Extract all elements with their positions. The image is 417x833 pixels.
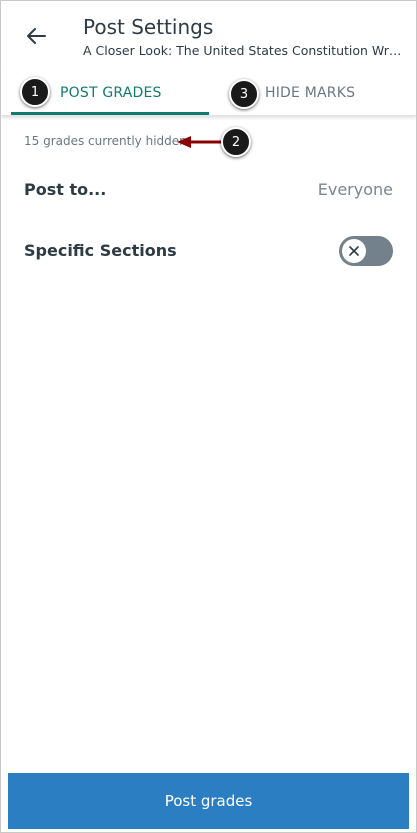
tab-post-grades-label: POST GRADES [60, 85, 162, 101]
post-grades-button[interactable]: Post grades [8, 773, 409, 829]
selected-tab-indicator [11, 112, 209, 115]
assignment-subtitle: A Closer Look: The United States Constit… [83, 43, 403, 58]
header: Post Settings A Closer Look: The United … [1, 1, 416, 71]
arrow-left-icon [27, 28, 46, 44]
page-title: Post Settings [83, 15, 214, 39]
post-to-row[interactable]: Post to... Everyone [1, 170, 416, 210]
tab-bar: POST GRADES HIDE MARKS [1, 71, 416, 116]
callout-badge-1: 1 [20, 77, 50, 107]
post-to-label: Post to... [24, 180, 107, 199]
callout-badge-3: 3 [229, 79, 259, 109]
tab-hide-marks-label: HIDE MARKS [265, 85, 356, 101]
annotation-arrow-icon [177, 136, 223, 148]
callout-badge-2: 2 [221, 127, 251, 157]
hidden-grades-count: 15 grades currently hidden [24, 134, 187, 148]
specific-sections-label: Specific Sections [24, 241, 177, 260]
back-button[interactable] [19, 21, 53, 51]
app-screen: Post Settings A Closer Look: The United … [0, 0, 417, 833]
post-to-value: Everyone [317, 180, 393, 199]
specific-sections-toggle[interactable] [339, 236, 393, 266]
close-icon [349, 246, 359, 256]
specific-sections-row: Specific Sections [1, 231, 416, 271]
toggle-knob [342, 239, 366, 263]
